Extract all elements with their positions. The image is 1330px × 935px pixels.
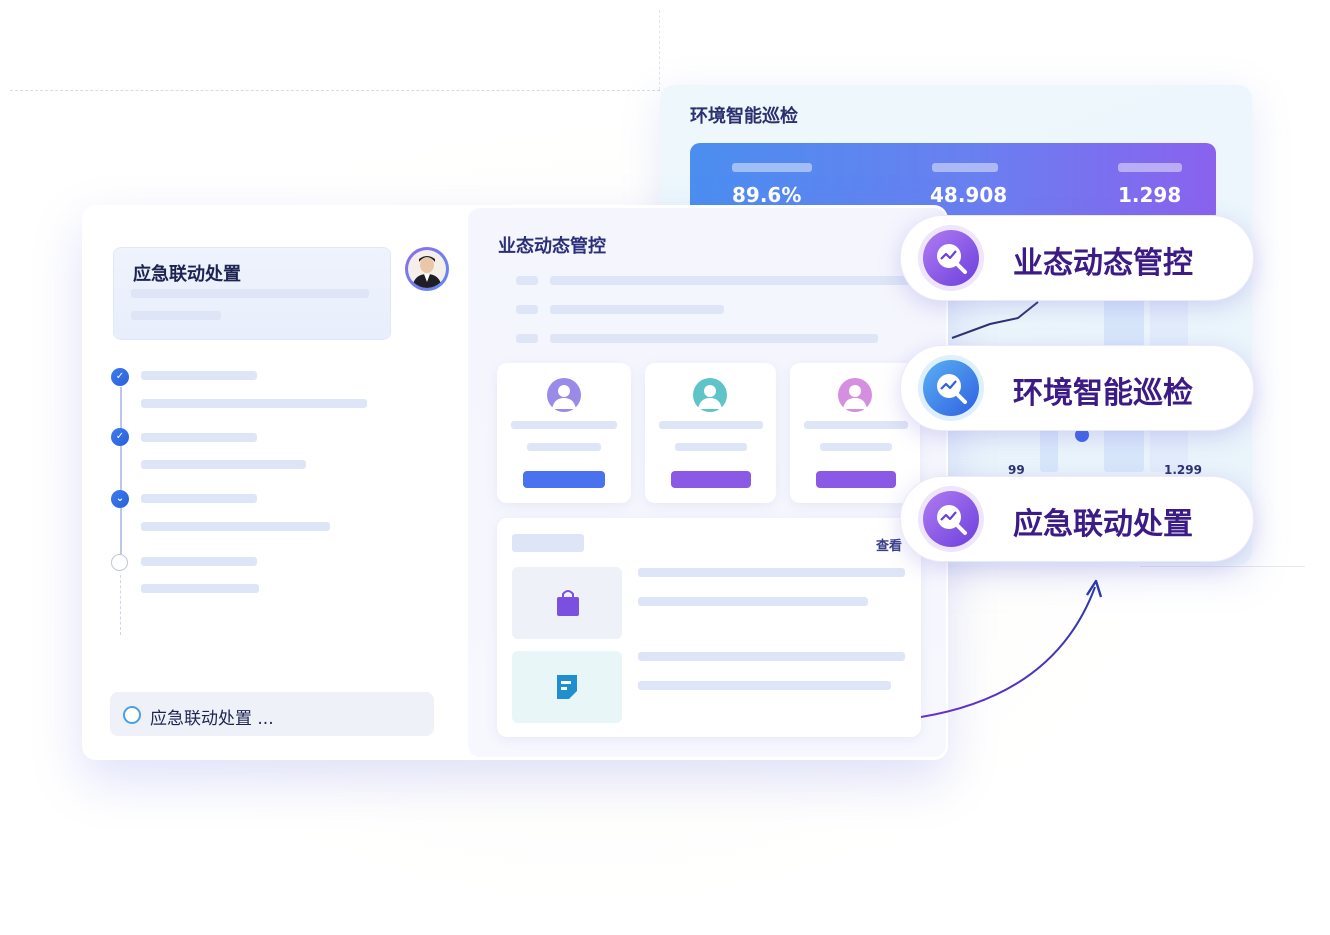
placeholder-line xyxy=(141,557,257,566)
person-card-button[interactable] xyxy=(816,471,896,488)
placeholder-line xyxy=(141,371,257,380)
person-icon xyxy=(412,256,442,288)
list-item-thumbnail[interactable] xyxy=(512,567,622,639)
timeline-step-done[interactable]: ✓ xyxy=(111,368,129,386)
content-panel-title: 业态动态管控 xyxy=(498,236,606,257)
stat-caption xyxy=(732,163,812,172)
placeholder-line xyxy=(527,443,601,451)
placeholder-line xyxy=(638,681,891,690)
placeholder-line xyxy=(804,421,908,429)
search-analytics-icon xyxy=(923,230,979,286)
search-analytics-icon xyxy=(923,360,979,416)
stat-value: 48.908 xyxy=(930,183,1008,207)
placeholder-line xyxy=(141,522,330,531)
placeholder-line xyxy=(141,460,306,469)
placeholder-line xyxy=(550,276,910,285)
placeholder-bullet xyxy=(516,276,538,285)
search-analytics-icon xyxy=(923,491,979,547)
timeline-step-active[interactable]: ⌄ xyxy=(111,490,129,508)
person-card-button[interactable] xyxy=(523,471,605,488)
placeholder-line xyxy=(141,433,257,442)
view-link[interactable]: 查看 xyxy=(876,535,902,554)
chart-value: 1.299 xyxy=(1164,463,1202,477)
stat-caption xyxy=(1118,163,1182,172)
stat-caption xyxy=(932,163,998,172)
placeholder-line xyxy=(141,584,259,593)
feature-pill[interactable]: 业态动态管控 xyxy=(900,215,1254,301)
feature-pill-label: 环境智能巡检 xyxy=(1013,376,1193,411)
person-card-button[interactable] xyxy=(671,471,751,488)
timeline-step-pending[interactable] xyxy=(111,554,128,571)
feature-pill-label: 应急联动处置 xyxy=(1013,507,1193,542)
placeholder-line xyxy=(638,568,905,577)
feature-pill[interactable]: 环境智能巡检 xyxy=(900,345,1254,431)
timeline-connector xyxy=(120,575,121,635)
placeholder-line xyxy=(659,421,763,429)
stat-value: 1.298 xyxy=(1118,183,1182,207)
user-avatar[interactable] xyxy=(405,247,449,291)
placeholder-line xyxy=(638,597,868,606)
trend-line xyxy=(951,301,1039,339)
flow-arrow xyxy=(920,579,1103,718)
person-card[interactable] xyxy=(645,363,776,503)
list-item-thumbnail[interactable] xyxy=(512,651,622,723)
placeholder-line xyxy=(550,305,724,314)
chat-input-text: 应急联动处置 ... xyxy=(150,709,274,729)
document-icon xyxy=(557,675,577,699)
feature-pill[interactable]: 应急联动处置 xyxy=(900,476,1254,562)
placeholder-bullet xyxy=(516,334,538,343)
person-avatar-icon xyxy=(547,378,581,412)
guide-line xyxy=(659,10,660,90)
guide-line xyxy=(1140,566,1305,567)
chart-value: 99 xyxy=(1008,463,1025,477)
timeline-step-done[interactable]: ✓ xyxy=(111,428,129,446)
placeholder-line xyxy=(638,652,905,661)
placeholder-line xyxy=(141,494,257,503)
stat-value: 89.6% xyxy=(732,183,802,207)
feature-pill-label: 业态动态管控 xyxy=(1013,246,1193,281)
placeholder-line xyxy=(131,311,221,320)
guide-line xyxy=(10,90,660,91)
person-avatar-icon xyxy=(693,378,727,412)
placeholder-line xyxy=(131,289,369,298)
placeholder-bullet xyxy=(516,305,538,314)
person-card[interactable] xyxy=(497,363,631,503)
loading-icon xyxy=(123,706,141,724)
placeholder-line xyxy=(511,421,617,429)
person-avatar-icon xyxy=(838,378,872,412)
placeholder-line xyxy=(550,334,878,343)
environment-panel-title: 环境智能巡检 xyxy=(690,106,798,127)
placeholder-line xyxy=(675,443,747,451)
placeholder-line xyxy=(820,443,892,451)
sidebar-header-title: 应急联动处置 xyxy=(133,264,241,285)
placeholder-line xyxy=(141,399,367,408)
placeholder-heading xyxy=(512,534,584,552)
shopping-bag-icon xyxy=(557,590,579,616)
timeline-connector xyxy=(120,508,122,554)
